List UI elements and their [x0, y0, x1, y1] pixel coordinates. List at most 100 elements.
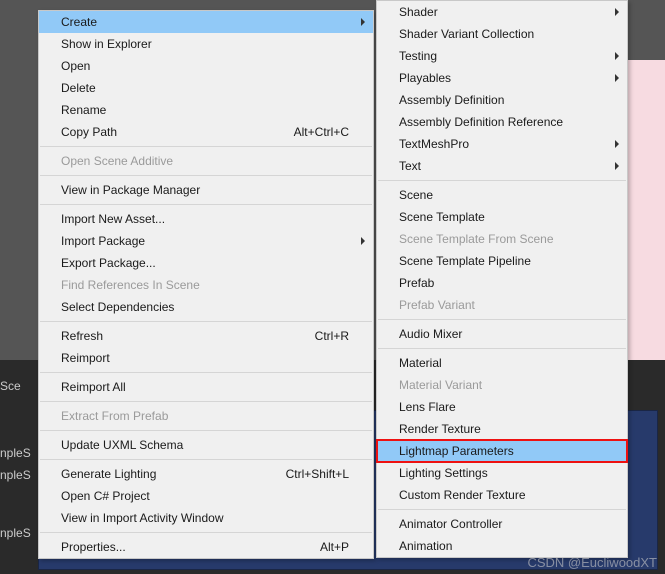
context-menu-item[interactable]: Open C# Project	[39, 485, 373, 507]
context-menu-item[interactable]: Open	[39, 55, 373, 77]
create-submenu-item[interactable]: Assembly Definition	[377, 89, 627, 111]
menu-item-label: Select Dependencies	[61, 300, 349, 314]
create-submenu-item: Prefab Variant	[377, 294, 627, 316]
menu-separator	[378, 319, 626, 320]
menu-item-label: Testing	[399, 49, 603, 63]
menu-item-label: Material	[399, 356, 603, 370]
menu-item-label: Scene Template	[399, 210, 603, 224]
chevron-right-icon	[361, 237, 365, 245]
menu-item-label: Playables	[399, 71, 603, 85]
context-menu[interactable]: CreateShow in ExplorerOpenDeleteRenameCo…	[38, 10, 374, 559]
menu-item-label: Reimport	[61, 351, 349, 365]
context-menu-item[interactable]: Copy Path Alt+Ctrl+C	[39, 121, 373, 143]
create-submenu-item[interactable]: Assembly Definition Reference	[377, 111, 627, 133]
menu-separator	[378, 348, 626, 349]
create-submenu-item[interactable]: Render Texture	[377, 418, 627, 440]
menu-item-label: TextMeshPro	[399, 137, 603, 151]
context-menu-item[interactable]: Show in Explorer	[39, 33, 373, 55]
create-submenu-item[interactable]: Prefab	[377, 272, 627, 294]
context-menu-item[interactable]: Create	[39, 11, 373, 33]
context-menu-item[interactable]: Reimport All	[39, 376, 373, 398]
create-submenu-item[interactable]: Scene	[377, 184, 627, 206]
context-menu-item[interactable]: RefreshCtrl+R	[39, 325, 373, 347]
create-submenu-item[interactable]: Lightmap Parameters	[377, 440, 627, 462]
context-menu-item[interactable]: View in Import Activity Window	[39, 507, 373, 529]
menu-separator	[40, 532, 372, 533]
menu-item-label: View in Package Manager	[61, 183, 349, 197]
hierarchy-item: npleS	[0, 522, 35, 544]
create-submenu-item[interactable]: Animator Controller	[377, 513, 627, 535]
menu-item-label: Custom Render Texture	[399, 488, 603, 502]
menu-item-label: Open Scene Additive	[61, 154, 349, 168]
create-submenu-item[interactable]: Testing	[377, 45, 627, 67]
menu-item-label: Animation	[399, 539, 603, 553]
create-submenu-item[interactable]: Material	[377, 352, 627, 374]
create-submenu-item: Material Variant	[377, 374, 627, 396]
create-submenu-item[interactable]: Lighting Settings	[377, 462, 627, 484]
context-menu-item[interactable]: Delete	[39, 77, 373, 99]
context-menu-item[interactable]: Select Dependencies	[39, 296, 373, 318]
menu-item-label: Open C# Project	[61, 489, 349, 503]
chevron-right-icon	[615, 74, 619, 82]
hierarchy-fragment: Sce npleS npleS npleS	[0, 375, 35, 544]
menu-item-label: Render Texture	[399, 422, 603, 436]
hierarchy-item: Sce	[0, 375, 35, 397]
create-submenu-item[interactable]: Shader	[377, 1, 627, 23]
menu-separator	[40, 204, 372, 205]
create-submenu-item[interactable]: Text	[377, 155, 627, 177]
menu-item-label: Shader	[399, 5, 603, 19]
hierarchy-item: npleS	[0, 464, 35, 486]
menu-item-label: Show in Explorer	[61, 37, 349, 51]
context-menu-item[interactable]: Import New Asset...	[39, 208, 373, 230]
menu-item-shortcut: Ctrl+R	[315, 329, 349, 343]
menu-item-label: Prefab	[399, 276, 603, 290]
chevron-right-icon	[615, 140, 619, 148]
create-submenu-item[interactable]: Audio Mixer	[377, 323, 627, 345]
menu-separator	[378, 180, 626, 181]
menu-item-label: Import Package	[61, 234, 349, 248]
create-submenu-item[interactable]: Animation	[377, 535, 627, 557]
create-submenu-item[interactable]: Scene Template Pipeline	[377, 250, 627, 272]
context-menu-item[interactable]: Generate LightingCtrl+Shift+L	[39, 463, 373, 485]
menu-item-label: Lens Flare	[399, 400, 603, 414]
menu-item-shortcut: Alt+P	[320, 540, 349, 554]
create-submenu-item[interactable]: Lens Flare	[377, 396, 627, 418]
menu-separator	[40, 321, 372, 322]
menu-item-label: Extract From Prefab	[61, 409, 349, 423]
menu-item-label: Scene Template From Scene	[399, 232, 603, 246]
create-submenu[interactable]: Shader Shader Variant Collection Testing Pl…	[376, 0, 628, 558]
context-menu-item[interactable]: Export Package...	[39, 252, 373, 274]
chevron-right-icon	[615, 162, 619, 170]
menu-item-label: Prefab Variant	[399, 298, 603, 312]
menu-item-label: View in Import Activity Window	[61, 511, 349, 525]
create-submenu-item[interactable]: Scene Template	[377, 206, 627, 228]
menu-item-label: Import New Asset...	[61, 212, 349, 226]
context-menu-item[interactable]: Properties... Alt+P	[39, 536, 373, 558]
context-menu-item: Open Scene Additive	[39, 150, 373, 172]
create-submenu-item[interactable]: TextMeshPro	[377, 133, 627, 155]
menu-item-label: Properties...	[61, 540, 308, 554]
menu-item-label: Copy Path	[61, 125, 282, 139]
menu-item-label: Animator Controller	[399, 517, 603, 531]
context-menu-item[interactable]: Rename	[39, 99, 373, 121]
menu-item-label: Delete	[61, 81, 349, 95]
menu-separator	[40, 430, 372, 431]
hierarchy-item: npleS	[0, 442, 35, 464]
menu-item-label: Lighting Settings	[399, 466, 603, 480]
menu-separator	[378, 509, 626, 510]
menu-item-label: Scene	[399, 188, 603, 202]
menu-item-label: Export Package...	[61, 256, 349, 270]
create-submenu-item[interactable]: Custom Render Texture	[377, 484, 627, 506]
context-menu-item[interactable]: Update UXML Schema	[39, 434, 373, 456]
create-submenu-item[interactable]: Playables	[377, 67, 627, 89]
menu-item-shortcut: Alt+Ctrl+C	[294, 125, 349, 139]
context-menu-item[interactable]: Import Package	[39, 230, 373, 252]
create-submenu-item[interactable]: Shader Variant Collection	[377, 23, 627, 45]
menu-item-label: Reimport All	[61, 380, 349, 394]
context-menu-item[interactable]: Reimport	[39, 347, 373, 369]
context-menu-item[interactable]: View in Package Manager	[39, 179, 373, 201]
context-menu-item: Extract From Prefab	[39, 405, 373, 427]
chevron-right-icon	[615, 8, 619, 16]
menu-separator	[40, 459, 372, 460]
create-submenu-item: Scene Template From Scene	[377, 228, 627, 250]
